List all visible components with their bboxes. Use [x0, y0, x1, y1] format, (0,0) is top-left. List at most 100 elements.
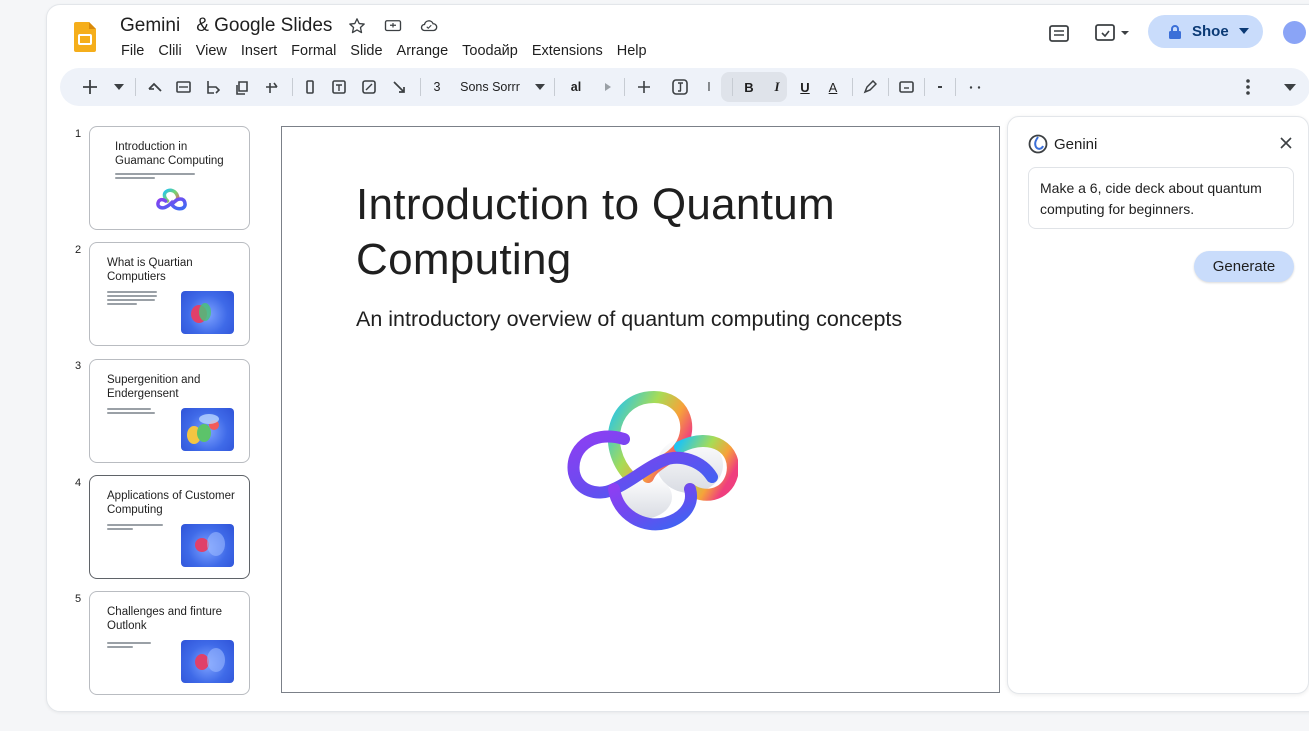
- avatar[interactable]: [1283, 21, 1306, 44]
- image-icon[interactable]: [360, 68, 378, 106]
- menu-extensions[interactable]: Extensions: [532, 43, 603, 59]
- toolbar-divider: [420, 78, 421, 96]
- applications-illustration-image: [181, 524, 234, 567]
- text-box-icon[interactable]: [330, 68, 348, 106]
- toolbar-divider: [135, 78, 136, 96]
- menu-insert[interactable]: Insert: [241, 43, 277, 59]
- doc-title[interactable]: & Google Slides: [196, 15, 332, 37]
- slide-number: 3: [75, 360, 82, 372]
- add-icon[interactable]: [80, 68, 100, 106]
- prompt-input[interactable]: Make a 6, cide deck about quantum comput…: [1028, 167, 1294, 229]
- menu-edit[interactable]: Clili: [158, 43, 181, 59]
- lock-icon: [1169, 24, 1181, 39]
- panel-header: Genini: [1028, 134, 1097, 154]
- pen-icon[interactable]: [861, 68, 879, 106]
- gemini-side-panel: Genini Make a 6, cide deck about quantum…: [1007, 116, 1309, 694]
- thumbnail-body-text: [115, 173, 195, 181]
- menu-bar: File Clili View Insert Formal Slide Arra…: [121, 43, 661, 59]
- slide-thumbnail-2[interactable]: What is Quartian Computiers: [89, 242, 250, 346]
- slide-thumbnail-title: What is Quartian Computiers: [107, 257, 193, 283]
- title-row: Gemini & Google Slides: [120, 15, 440, 37]
- undo-icon[interactable]: [146, 68, 164, 106]
- quantum-illustration-image: [181, 291, 234, 334]
- menu-tools[interactable]: Toodайp: [462, 43, 518, 59]
- outlook-illustration-image: [181, 640, 234, 683]
- star-icon[interactable]: [346, 15, 368, 37]
- thumbnail-body-text: [107, 524, 167, 532]
- collapse-toolbar-icon[interactable]: [1282, 68, 1298, 106]
- ai-format-button[interactable]: al: [566, 68, 586, 106]
- slide-number: 5: [75, 593, 82, 605]
- toolbar-divider: [732, 78, 733, 96]
- comments-icon[interactable]: [1046, 22, 1072, 44]
- menu-arrange[interactable]: Arrange: [397, 43, 449, 59]
- menu-slide[interactable]: Slide: [350, 43, 382, 59]
- menu-file[interactable]: File: [121, 43, 144, 59]
- toolbar-divider: [888, 78, 889, 96]
- slide-thumbnail-title: Challenges and finture Outlonk: [107, 606, 223, 632]
- thumbnail-body-text: [107, 642, 167, 650]
- select-icon[interactable]: [302, 68, 318, 106]
- generate-button[interactable]: Generate: [1194, 251, 1294, 282]
- toolbar-divider: [554, 78, 555, 96]
- slide-thumbnail-3[interactable]: Supergenition and Endergensent: [89, 359, 250, 463]
- slide-number: 4: [75, 477, 82, 489]
- slide-number: 2: [75, 244, 82, 256]
- text-color-button[interactable]: A: [826, 68, 840, 106]
- chevron-down-icon[interactable]: [112, 68, 126, 106]
- underline-button[interactable]: U: [798, 68, 812, 106]
- app-title: Gemini: [120, 15, 181, 36]
- italic-button[interactable]: I: [770, 68, 784, 106]
- slide-subtitle[interactable]: An introductory overview of quantum comp…: [356, 305, 916, 333]
- panel-title: Genini: [1054, 135, 1098, 153]
- play-icon[interactable]: [602, 68, 614, 106]
- slide-canvas[interactable]: Introduction to Quantum Computing An int…: [281, 126, 1000, 693]
- share-label: Shoe: [1192, 23, 1229, 40]
- present-mode-icon[interactable]: [1093, 22, 1133, 44]
- slide-thumbnail-1[interactable]: Introduction in Guamanc Computing: [89, 126, 250, 230]
- theme-icon[interactable]: [262, 68, 280, 106]
- share-button[interactable]: Shoe: [1148, 15, 1263, 48]
- thumbnail-body-text: [107, 408, 167, 416]
- bold-button[interactable]: B: [742, 68, 756, 106]
- gemini-logo-icon[interactable]: [562, 385, 738, 535]
- menu-format[interactable]: Formal: [291, 43, 336, 59]
- menu-view[interactable]: View: [196, 43, 227, 59]
- slide-thumbnail-4[interactable]: Applications of Customer Computing: [89, 475, 250, 579]
- paint-format-icon[interactable]: [204, 68, 222, 106]
- font-select[interactable]: Sons Sorrr: [458, 68, 522, 106]
- font-chevron-down-icon[interactable]: [534, 68, 546, 106]
- slide-thumbnail-title: Applications of Customer Computing: [107, 490, 235, 516]
- gemini-logo-icon: [156, 188, 187, 211]
- border-icon[interactable]: [897, 68, 915, 106]
- layout-icon[interactable]: [233, 68, 251, 106]
- cloud-status-icon[interactable]: [418, 15, 440, 37]
- increase-font-icon[interactable]: [636, 68, 652, 106]
- new-slide-icon[interactable]: [174, 68, 192, 106]
- slide-thumbnail-5[interactable]: Challenges and finture Outlonk: [89, 591, 250, 695]
- slides-doc-icon[interactable]: [74, 22, 96, 52]
- thumbnail-body-text: [107, 291, 167, 307]
- slide-title[interactable]: Introduction to Quantum Computing: [356, 177, 956, 287]
- toolbar: 3 Sons Sorrr al I B I U A: [60, 68, 1309, 106]
- line-icon[interactable]: [390, 68, 408, 106]
- vertical-dots-icon[interactable]: [1240, 68, 1256, 106]
- gemini-spark-icon: [1028, 134, 1048, 154]
- close-icon[interactable]: [1278, 135, 1294, 151]
- toolbar-divider: [624, 78, 625, 96]
- more-dot-icon[interactable]: [934, 68, 946, 106]
- zoom-value[interactable]: 3: [430, 68, 444, 106]
- move-to-folder-icon[interactable]: [382, 15, 404, 37]
- insert-link-icon[interactable]: [671, 68, 689, 106]
- more-options-icon[interactable]: [966, 68, 984, 106]
- menu-help[interactable]: Help: [617, 43, 647, 59]
- text-cursor-glyph[interactable]: I: [703, 68, 715, 106]
- slide-thumbnail-title: Supergenition and Endergensent: [107, 374, 201, 400]
- toolbar-divider: [955, 78, 956, 96]
- toolbar-divider: [852, 78, 853, 96]
- slide-number: 1: [75, 128, 82, 140]
- slide-thumbnail-title: Introduction in Guamanc Computing: [115, 141, 224, 167]
- chevron-down-icon: [1239, 28, 1249, 34]
- toolbar-divider: [924, 78, 925, 96]
- superposition-illustration-image: [181, 408, 234, 451]
